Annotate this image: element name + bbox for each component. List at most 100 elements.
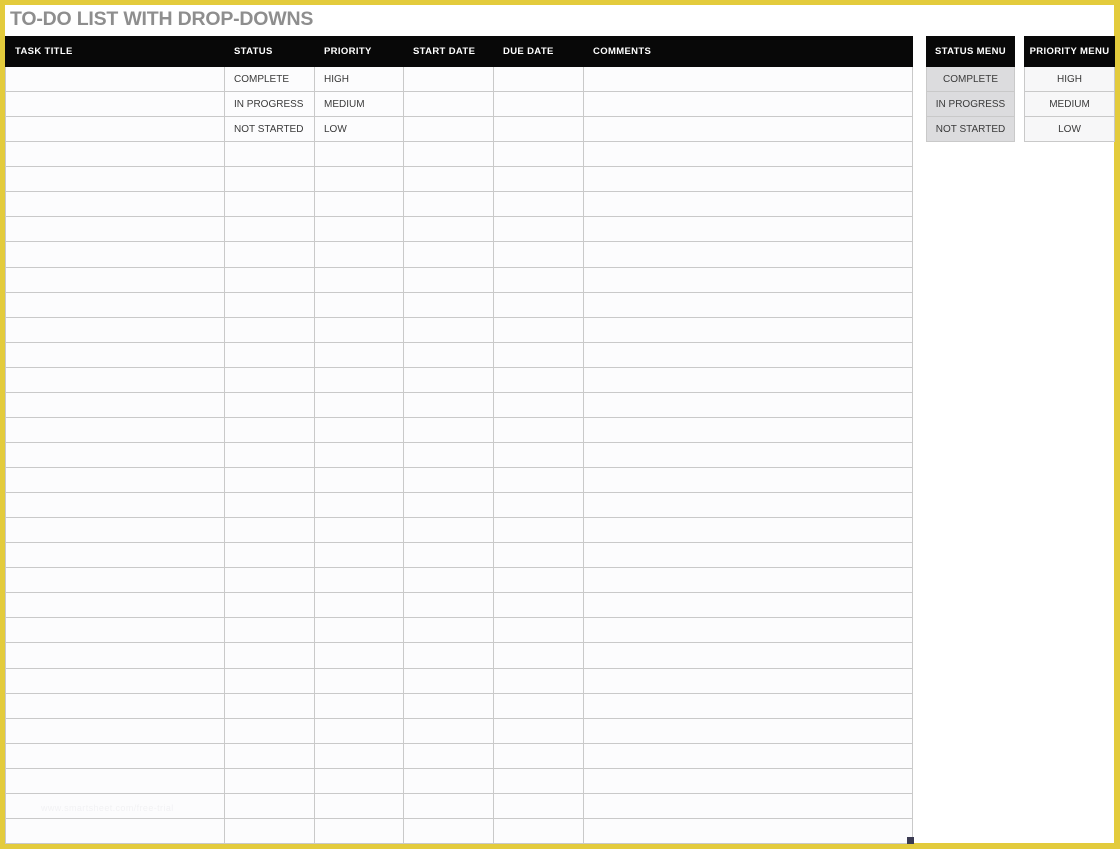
cell-status[interactable]: [224, 717, 315, 744]
cell-comments[interactable]: [583, 341, 913, 368]
cell-status[interactable]: [224, 441, 315, 469]
cell-due_date[interactable]: [493, 542, 584, 569]
cell-status[interactable]: [224, 742, 315, 769]
priority-menu-option[interactable]: HIGH: [1024, 66, 1115, 92]
cell-start_date[interactable]: [403, 341, 494, 368]
cell-status[interactable]: [224, 542, 315, 569]
cell-comments[interactable]: [583, 466, 913, 494]
cell-task_title[interactable]: [5, 792, 225, 819]
cell-priority[interactable]: [314, 717, 404, 744]
priority-menu-option[interactable]: LOW: [1024, 116, 1115, 142]
cell-priority[interactable]: [314, 441, 404, 469]
cell-comments[interactable]: [583, 65, 913, 93]
cell-priority[interactable]: [314, 366, 404, 393]
cell-due_date[interactable]: [493, 492, 584, 519]
cell-task_title[interactable]: [5, 642, 225, 669]
cell-due_date[interactable]: [493, 692, 584, 719]
cell-due_date[interactable]: [493, 91, 584, 118]
cell-due_date[interactable]: [493, 191, 584, 218]
status-menu-option[interactable]: IN PROGRESS: [926, 91, 1015, 117]
cell-status[interactable]: [224, 241, 315, 268]
cell-due_date[interactable]: [493, 141, 584, 168]
cell-comments[interactable]: [583, 542, 913, 569]
cell-start_date[interactable]: [403, 166, 494, 193]
cell-task_title[interactable]: [5, 316, 225, 343]
cell-status[interactable]: [224, 667, 315, 694]
cell-status[interactable]: [224, 466, 315, 494]
cell-task_title[interactable]: [5, 366, 225, 393]
cell-start_date[interactable]: [403, 116, 494, 143]
cell-due_date[interactable]: [493, 291, 584, 318]
cell-priority[interactable]: [314, 617, 404, 644]
column-header-status[interactable]: STATUS: [224, 36, 315, 67]
cell-priority[interactable]: [314, 416, 404, 443]
cell-status[interactable]: [224, 642, 315, 669]
cell-status[interactable]: [224, 291, 315, 318]
cell-comments[interactable]: [583, 116, 913, 143]
cell-status[interactable]: [224, 617, 315, 644]
cell-status[interactable]: [224, 817, 315, 845]
cell-start_date[interactable]: [403, 767, 494, 794]
cell-start_date[interactable]: [403, 667, 494, 694]
cell-task_title[interactable]: [5, 767, 225, 794]
cell-comments[interactable]: [583, 817, 913, 845]
cell-priority[interactable]: [314, 141, 404, 168]
cell-start_date[interactable]: [403, 65, 494, 93]
cell-start_date[interactable]: [403, 617, 494, 644]
cell-start_date[interactable]: [403, 191, 494, 218]
cell-task_title[interactable]: [5, 241, 225, 268]
cell-comments[interactable]: [583, 166, 913, 193]
column-header-priority[interactable]: PRIORITY: [314, 36, 404, 67]
cell-priority[interactable]: [314, 166, 404, 193]
cell-due_date[interactable]: [493, 667, 584, 694]
cell-task_title[interactable]: [5, 441, 225, 469]
cell-start_date[interactable]: [403, 316, 494, 343]
cell-priority[interactable]: [314, 592, 404, 619]
cell-comments[interactable]: [583, 216, 913, 243]
cell-status[interactable]: [224, 592, 315, 619]
cell-comments[interactable]: [583, 366, 913, 393]
cell-due_date[interactable]: [493, 567, 584, 594]
cell-due_date[interactable]: [493, 316, 584, 343]
cell-start_date[interactable]: [403, 592, 494, 619]
cell-status[interactable]: [224, 316, 315, 343]
cell-start_date[interactable]: [403, 792, 494, 819]
cell-due_date[interactable]: [493, 416, 584, 443]
cell-priority[interactable]: [314, 567, 404, 594]
cell-status[interactable]: [224, 767, 315, 794]
cell-start_date[interactable]: [403, 466, 494, 494]
cell-task_title[interactable]: [5, 341, 225, 368]
cell-due_date[interactable]: [493, 642, 584, 669]
cell-task_title[interactable]: [5, 466, 225, 494]
cell-status[interactable]: [224, 266, 315, 293]
cell-start_date[interactable]: [403, 291, 494, 318]
cell-due_date[interactable]: [493, 216, 584, 243]
cell-status[interactable]: IN PROGRESS: [224, 91, 315, 118]
cell-comments[interactable]: [583, 492, 913, 519]
cell-start_date[interactable]: [403, 241, 494, 268]
cell-priority[interactable]: MEDIUM: [314, 91, 404, 118]
cell-task_title[interactable]: [5, 65, 225, 93]
cell-task_title[interactable]: [5, 692, 225, 719]
cell-priority[interactable]: [314, 341, 404, 368]
selection-fill-handle[interactable]: [907, 837, 914, 844]
cell-due_date[interactable]: [493, 116, 584, 143]
cell-start_date[interactable]: [403, 642, 494, 669]
cell-comments[interactable]: [583, 692, 913, 719]
cell-comments[interactable]: [583, 141, 913, 168]
cell-comments[interactable]: [583, 266, 913, 293]
cell-start_date[interactable]: [403, 216, 494, 243]
cell-status[interactable]: [224, 492, 315, 519]
column-header-start_date[interactable]: START DATE: [403, 36, 494, 67]
cell-priority[interactable]: [314, 792, 404, 819]
cell-priority[interactable]: [314, 692, 404, 719]
cell-due_date[interactable]: [493, 717, 584, 744]
cell-start_date[interactable]: [403, 141, 494, 168]
cell-comments[interactable]: [583, 517, 913, 544]
cell-task_title[interactable]: [5, 166, 225, 193]
cell-due_date[interactable]: [493, 241, 584, 268]
cell-task_title[interactable]: [5, 141, 225, 168]
cell-priority[interactable]: [314, 291, 404, 318]
cell-comments[interactable]: [583, 592, 913, 619]
cell-due_date[interactable]: [493, 742, 584, 769]
